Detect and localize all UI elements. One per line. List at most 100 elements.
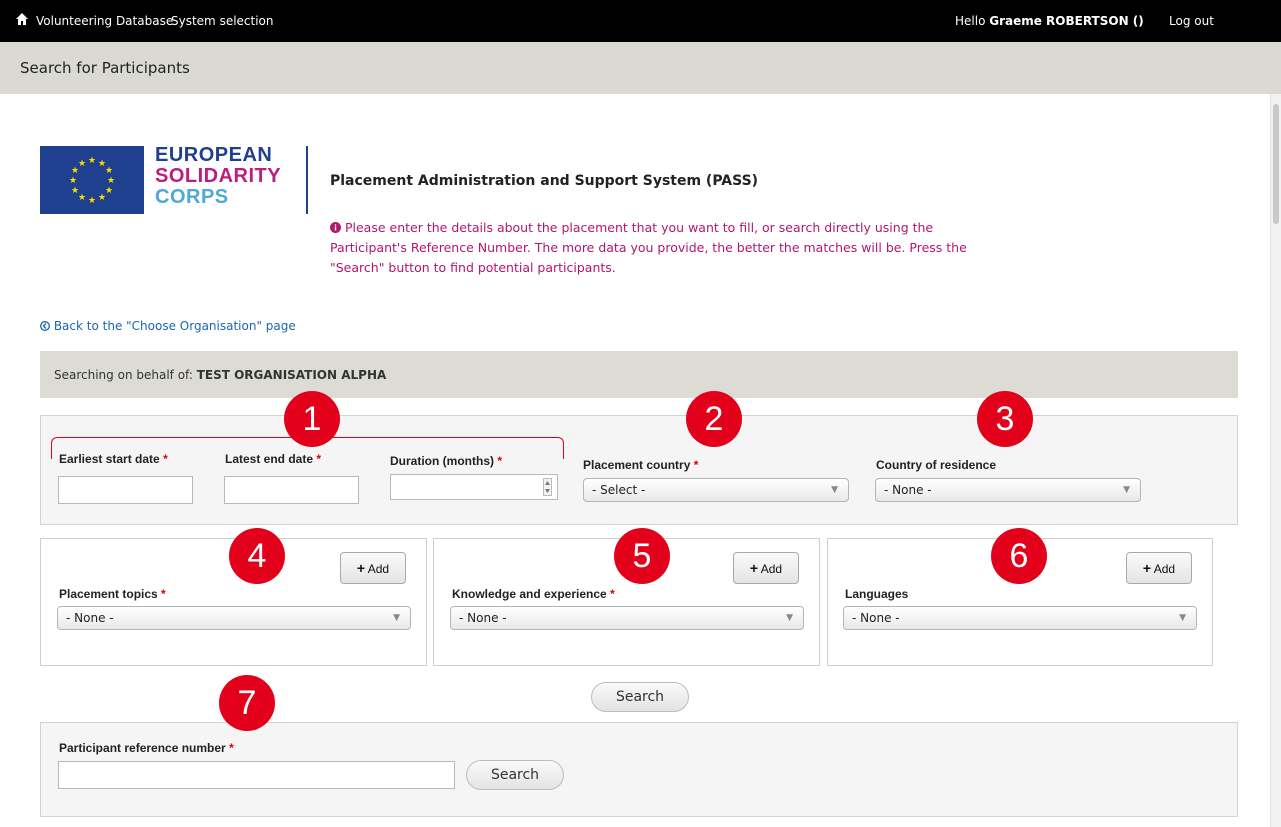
svg-text:★: ★ xyxy=(78,193,86,203)
earliest-start-label-text: Earliest start date xyxy=(59,452,160,466)
annotation-badge-3: 3 xyxy=(977,391,1033,447)
vertical-scrollbar[interactable] xyxy=(1270,94,1281,827)
search-button[interactable]: Search xyxy=(591,682,689,712)
latest-end-label: Latest end date * xyxy=(225,452,321,466)
add-button-label: Add xyxy=(1153,562,1176,576)
knowledge-label: Knowledge and experience * xyxy=(452,587,615,601)
country-residence-label: Country of residence xyxy=(876,458,997,472)
brand-divider xyxy=(306,146,308,214)
dropdown-arrow-icon: ▼ xyxy=(786,613,793,623)
svg-text:★: ★ xyxy=(69,176,77,186)
svg-text:★: ★ xyxy=(88,196,96,206)
brand-line-european: EUROPEAN xyxy=(155,144,273,166)
user-name: Graeme ROBERTSON () xyxy=(989,14,1144,28)
annotation-badge-1: 1 xyxy=(284,391,340,447)
earliest-start-date-input[interactable] xyxy=(58,476,193,504)
plus-icon: + xyxy=(749,560,759,576)
back-link-text: Back to the "Choose Organisation" page xyxy=(53,319,296,333)
placement-country-value: - Select - xyxy=(592,483,646,497)
placement-country-select[interactable]: - Select - ▼ xyxy=(583,478,849,502)
participant-ref-label-text: Participant reference number xyxy=(59,741,226,755)
latest-end-date-input[interactable] xyxy=(224,476,359,504)
knowledge-label-text: Knowledge and experience xyxy=(452,587,607,601)
back-link[interactable]: Back to the "Choose Organisation" page xyxy=(40,319,296,333)
required-marker: * xyxy=(610,587,615,601)
scrollbar-thumb[interactable] xyxy=(1273,104,1279,224)
annotation-badge-2: 2 xyxy=(686,391,742,447)
duration-label: Duration (months) * xyxy=(390,454,502,468)
info-message: Please enter the details about the place… xyxy=(330,218,970,278)
svg-text:★: ★ xyxy=(71,186,79,196)
dropdown-arrow-icon: ▼ xyxy=(1179,613,1186,623)
placement-topics-select[interactable]: - None - ▼ xyxy=(57,606,411,630)
user-greeting: Hello Graeme ROBERTSON () xyxy=(955,14,1144,28)
nav-system-selection[interactable]: System selection xyxy=(171,14,274,28)
add-knowledge-button[interactable]: + Add xyxy=(733,552,799,584)
country-residence-value: - None - xyxy=(884,483,932,497)
plus-icon: + xyxy=(356,560,366,576)
behalf-text: Searching on behalf of: TEST ORGANISATIO… xyxy=(54,368,386,382)
annotation-badge-6: 6 xyxy=(991,528,1047,584)
svg-text:★: ★ xyxy=(107,176,115,186)
info-icon xyxy=(330,222,341,233)
add-button-label: Add xyxy=(367,562,390,576)
brand-wordmark: EUROPEAN SOLIDARITY CORPS xyxy=(155,145,281,208)
required-marker: * xyxy=(229,741,234,755)
required-marker: * xyxy=(693,458,699,472)
placement-topics-value: - None - xyxy=(66,611,114,625)
knowledge-select[interactable]: - None - ▼ xyxy=(450,606,804,630)
svg-text:★: ★ xyxy=(105,186,113,196)
svg-text:★: ★ xyxy=(105,166,113,176)
svg-text:★: ★ xyxy=(88,156,96,166)
placement-country-label-text: Placement country xyxy=(583,458,691,472)
brand-line-solidarity: SOLIDARITY xyxy=(155,165,282,187)
home-icon[interactable] xyxy=(16,13,28,25)
eu-flag-logo: ★ ★★ ★★★ ★★★ ★★★ xyxy=(40,146,144,214)
add-language-button[interactable]: + Add xyxy=(1126,552,1192,584)
placement-country-label: Placement country * xyxy=(583,458,698,472)
placement-topics-label-text: Placement topics xyxy=(59,587,158,601)
organisation-name: TEST ORGANISATION ALPHA xyxy=(196,368,387,382)
add-button-label: Add xyxy=(760,562,783,576)
required-marker: * xyxy=(163,452,168,466)
required-marker: * xyxy=(316,452,322,466)
top-navigation-bar: Volunteering Database System selection H… xyxy=(0,0,1281,42)
plus-icon: + xyxy=(1142,560,1152,576)
participant-ref-label: Participant reference number * xyxy=(59,741,234,755)
back-arrow-icon xyxy=(40,321,50,331)
languages-label: Languages xyxy=(845,587,909,601)
svg-text:★: ★ xyxy=(98,193,106,203)
annotation-badge-4: 4 xyxy=(229,528,285,584)
knowledge-value: - None - xyxy=(459,611,507,625)
duration-spinner[interactable] xyxy=(543,478,552,496)
greeting-prefix: Hello xyxy=(955,14,990,28)
brand-line-corps: CORPS xyxy=(155,186,229,208)
languages-value: - None - xyxy=(852,611,900,625)
dropdown-arrow-icon: ▼ xyxy=(1123,485,1130,495)
duration-months-input[interactable] xyxy=(390,474,558,500)
required-marker: * xyxy=(497,454,503,468)
duration-label-text: Duration (months) xyxy=(390,454,494,468)
annotation-badge-7: 7 xyxy=(219,675,275,731)
system-title: Placement Administration and Support Sys… xyxy=(330,173,759,189)
annotation-badge-5: 5 xyxy=(614,528,670,584)
nav-volunteering-database[interactable]: Volunteering Database xyxy=(36,14,173,28)
reference-search-button[interactable]: Search xyxy=(466,760,564,790)
country-residence-select[interactable]: - None - ▼ xyxy=(875,478,1141,502)
dropdown-arrow-icon: ▼ xyxy=(831,485,838,495)
latest-end-label-text: Latest end date xyxy=(225,452,314,466)
placement-topics-label: Placement topics * xyxy=(59,587,166,601)
earliest-start-label: Earliest start date * xyxy=(59,452,168,466)
required-marker: * xyxy=(161,587,166,601)
svg-text:★: ★ xyxy=(78,159,86,169)
add-placement-topic-button[interactable]: + Add xyxy=(340,552,406,584)
behalf-bar: Searching on behalf of: TEST ORGANISATIO… xyxy=(40,351,1238,398)
participant-reference-input[interactable] xyxy=(58,761,455,789)
dropdown-arrow-icon: ▼ xyxy=(393,613,400,623)
info-text: Please enter the details about the place… xyxy=(330,220,967,275)
behalf-label: Searching on behalf of: xyxy=(54,368,197,382)
page-title-bar: Search for Participants xyxy=(0,42,1281,94)
page-title: Search for Participants xyxy=(20,59,190,77)
languages-select[interactable]: - None - ▼ xyxy=(843,606,1197,630)
logout-link[interactable]: Log out xyxy=(1169,14,1214,28)
